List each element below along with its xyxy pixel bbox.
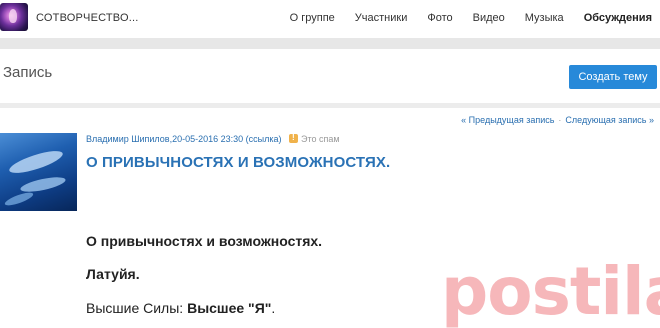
- post-body-text: .: [271, 300, 276, 316]
- spam-icon[interactable]: [289, 133, 299, 143]
- section-header: Запись Создать тему: [0, 49, 660, 103]
- nav-item-video[interactable]: Видео: [473, 11, 505, 25]
- pager-separator: ·: [558, 115, 562, 125]
- post-body-line: Латуйя.: [86, 266, 140, 282]
- next-post-link[interactable]: Следующая запись »: [565, 115, 654, 125]
- post-body-text: Высшие Силы:: [86, 300, 188, 316]
- group-title[interactable]: СОТВОРЧЕСТВО...: [36, 12, 139, 24]
- post-body-line: Высшие Силы: Высшее "Я".: [86, 300, 275, 316]
- dolphin-shape: [7, 146, 65, 178]
- post-meta: Владимир Шипилов,20-05-2016 23:30 (ссылк…: [86, 133, 340, 144]
- watermark-logo: postila.ru: [441, 253, 660, 328]
- author-link[interactable]: Владимир Шипилов: [86, 134, 170, 144]
- group-nav: О группе Участники Фото Видео Музыка Обс…: [270, 11, 652, 25]
- divider: [0, 103, 660, 108]
- divider: [0, 38, 660, 49]
- create-topic-button[interactable]: Создать тему: [569, 65, 657, 89]
- nav-item-members[interactable]: Участники: [355, 11, 408, 25]
- nav-item-photo[interactable]: Фото: [427, 11, 452, 25]
- nav-item-about[interactable]: О группе: [290, 11, 335, 25]
- nav-item-music[interactable]: Музыка: [525, 11, 564, 25]
- prev-post-link[interactable]: « Предыдущая запись: [461, 115, 554, 125]
- post-pager: « Предыдущая запись · Следующая запись »: [461, 115, 654, 125]
- report-spam-link[interactable]: Это спам: [301, 134, 340, 144]
- page-title: Запись: [3, 64, 53, 81]
- nav-item-discussions[interactable]: Обсуждения: [584, 11, 652, 25]
- post-body-line: О привычностях и возможностях.: [86, 233, 323, 249]
- permalink[interactable]: (ссылка): [246, 134, 282, 144]
- group-avatar[interactable]: [0, 3, 28, 31]
- post-title[interactable]: О ПРИВЫЧНОСТЯХ И ВОЗМОЖНОСТЯХ.: [86, 154, 390, 171]
- author-avatar[interactable]: [0, 133, 77, 211]
- post-body-bold: Высшее "Я": [187, 300, 272, 316]
- post-datetime: ,20-05-2016 23:30: [169, 134, 244, 144]
- dolphin-shape: [3, 190, 35, 208]
- top-bar: СОТВОРЧЕСТВО... О группе Участники Фото …: [0, 0, 660, 38]
